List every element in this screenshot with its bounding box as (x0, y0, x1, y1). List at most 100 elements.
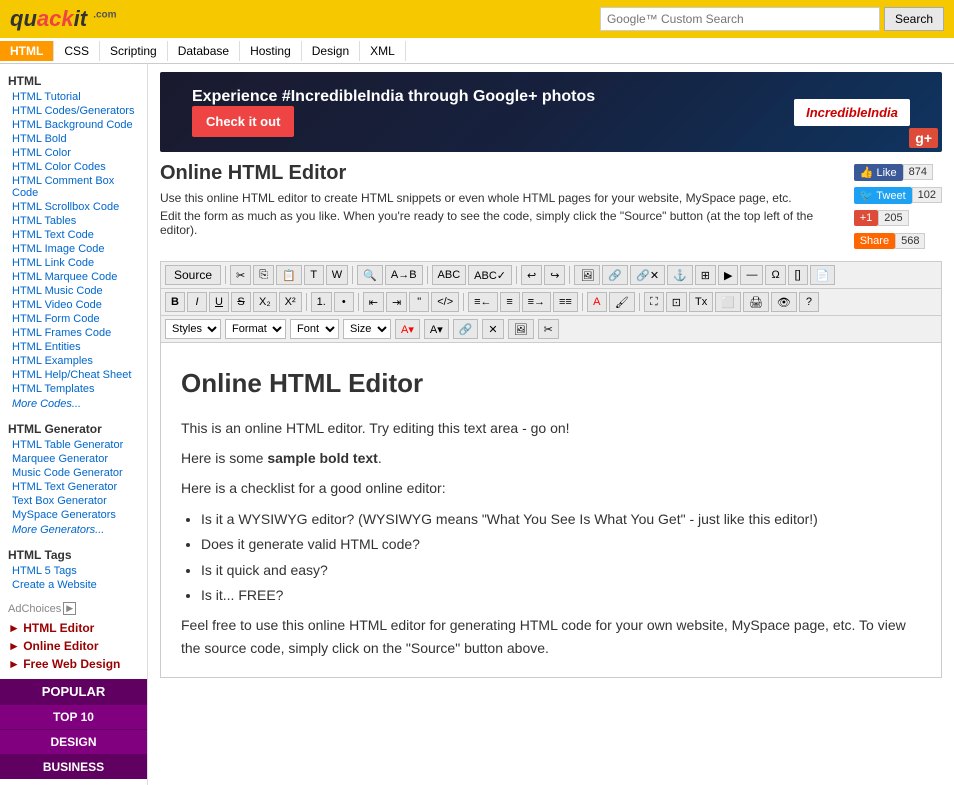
tb-selectall[interactable]: ⬜ (715, 292, 741, 312)
editor-font-select[interactable]: Font (290, 319, 339, 339)
search-button[interactable]: Search (884, 7, 944, 31)
tb-print[interactable]: 🖨 (743, 292, 769, 312)
fb-like-button[interactable]: 👍 Like (854, 164, 903, 181)
logo[interactable]: quackit .com (10, 6, 117, 32)
tb-align-left[interactable]: ≡← (468, 292, 497, 312)
sidebar-link-examples[interactable]: HTML Examples (0, 354, 147, 368)
ad-banner[interactable]: Experience #IncredibleIndia through Goog… (160, 72, 942, 152)
sidebar-gen-marquee[interactable]: Marquee Generator (0, 452, 147, 466)
gp-plus1[interactable]: +1 205 (854, 208, 942, 228)
tb-find[interactable]: 🔍 (357, 265, 383, 285)
fb-like[interactable]: 👍 Like 874 (854, 162, 942, 182)
sidebar-ad-free-design[interactable]: Free Web Design (0, 655, 147, 673)
tb-underline[interactable]: U (209, 292, 229, 312)
tb-undo[interactable]: ↩ (521, 265, 542, 285)
sidebar-link-marquee[interactable]: HTML Marquee Code (0, 270, 147, 284)
nav-css[interactable]: CSS (54, 41, 100, 61)
tb-italic[interactable]: I (187, 292, 207, 312)
sidebar-ad-online-editor[interactable]: Online Editor (0, 637, 147, 655)
tb-superscript[interactable]: X² (279, 292, 302, 312)
sidebar-top10[interactable]: TOP 10 (0, 704, 147, 729)
sidebar-more-codes[interactable]: More Codes... (0, 396, 147, 412)
tb-template[interactable]: 📄 (810, 265, 836, 285)
tb-clean[interactable]: ✂ (538, 319, 559, 339)
tb-indent[interactable]: ⇥ (386, 292, 407, 312)
sidebar-html5-tags[interactable]: HTML 5 Tags (0, 564, 147, 578)
sidebar-design[interactable]: DESIGN (0, 729, 147, 754)
tw-tweet-button[interactable]: 🐦 Tweet (854, 187, 912, 204)
tb-removeformat[interactable]: Tx (689, 292, 713, 312)
sidebar-link-entities[interactable]: HTML Entities (0, 340, 147, 354)
tb-replace[interactable]: A→B (385, 265, 423, 285)
tb-showblocks[interactable]: ⊡ (666, 292, 687, 312)
sidebar-link-codes-gen[interactable]: HTML Codes/Generators (0, 104, 147, 118)
tb-link[interactable]: 🔗 (602, 265, 628, 285)
tb-blockquote[interactable]: " (409, 292, 429, 312)
tb-help[interactable]: ? (799, 292, 819, 312)
tb-redo[interactable]: ↪ (544, 265, 565, 285)
search-input[interactable] (600, 7, 880, 31)
editor-content[interactable]: Online HTML Editor This is an online HTM… (161, 343, 941, 677)
sidebar-ad-html-editor[interactable]: HTML Editor (0, 619, 147, 637)
share-button[interactable]: Share (854, 233, 895, 249)
tb-table[interactable]: ⊞ (695, 265, 716, 285)
tb-bold[interactable]: B (165, 292, 185, 312)
sidebar-gen-music[interactable]: Music Code Generator (0, 466, 147, 480)
tb-flash[interactable]: ▶ (718, 265, 738, 285)
sidebar-link-color[interactable]: HTML Color (0, 146, 147, 160)
tb-align-right[interactable]: ≡→ (522, 292, 551, 312)
tb-spellcheck2[interactable]: ABC✓ (468, 265, 512, 285)
sidebar-link-frames[interactable]: HTML Frames Code (0, 326, 147, 340)
tb-preview[interactable]: 👁 (771, 292, 797, 312)
editor-size-select[interactable]: Size (343, 319, 391, 339)
nav-scripting[interactable]: Scripting (100, 41, 168, 61)
tb-link2[interactable]: 🔗 (453, 319, 479, 339)
sidebar-link-help[interactable]: HTML Help/Cheat Sheet (0, 368, 147, 382)
sidebar-link-color-codes[interactable]: HTML Color Codes (0, 160, 147, 174)
tb-max[interactable]: ⛶ (644, 292, 664, 312)
tb-subscript[interactable]: X₂ (253, 292, 277, 312)
tb-anchor[interactable]: ⚓ (667, 265, 693, 285)
sidebar-link-bg[interactable]: HTML Background Code (0, 118, 147, 132)
tb-outdent[interactable]: ⇤ (363, 292, 384, 312)
tb-ul[interactable]: • (334, 292, 354, 312)
sidebar-gen-table[interactable]: HTML Table Generator (0, 438, 147, 452)
sidebar-link-bold[interactable]: HTML Bold (0, 132, 147, 146)
tb-text-color2[interactable]: A▾ (395, 319, 420, 339)
sidebar-link-form[interactable]: HTML Form Code (0, 312, 147, 326)
sidebar-link-text[interactable]: HTML Text Code (0, 228, 147, 242)
sidebar-link-tables[interactable]: HTML Tables (0, 214, 147, 228)
editor-format-select[interactable]: Format (225, 319, 286, 339)
tb-paste-text[interactable]: T (304, 265, 324, 285)
sidebar-create-website[interactable]: Create a Website (0, 578, 147, 592)
tb-align-justify[interactable]: ≡≡ (553, 292, 578, 312)
tb-strikethrough[interactable]: S (231, 292, 251, 312)
gp-plus1-button[interactable]: +1 (854, 210, 879, 226)
sidebar-popular[interactable]: POPULAR (0, 679, 147, 704)
sidebar-link-music[interactable]: HTML Music Code (0, 284, 147, 298)
tb-align-center[interactable]: ≡ (500, 292, 520, 312)
sidebar-gen-text[interactable]: HTML Text Generator (0, 480, 147, 494)
tw-tweet[interactable]: 🐦 Tweet 102 (854, 185, 942, 205)
tb-iframe[interactable]: [] (788, 265, 808, 285)
tb-paste[interactable]: 📋 (276, 265, 302, 285)
tb-special[interactable]: Ω (765, 265, 785, 285)
tb-ol[interactable]: 1. (311, 292, 332, 312)
tb-copy[interactable]: ⎘ (253, 265, 274, 285)
tb-bg-color[interactable]: 🖌 (609, 292, 635, 312)
tb-unlink2[interactable]: ✕ (482, 319, 503, 339)
tb-hr[interactable]: — (740, 265, 763, 285)
tb-div[interactable]: </> (431, 292, 459, 312)
tb-cut[interactable]: ✂ (230, 265, 251, 285)
tb-img[interactable]: 🖼 (574, 265, 600, 285)
sidebar-link-comment[interactable]: HTML Comment Box Code (0, 174, 147, 200)
sidebar-gen-myspace[interactable]: MySpace Generators (0, 508, 147, 522)
tb-text-color[interactable]: A (587, 292, 607, 312)
nav-xml[interactable]: XML (360, 41, 406, 61)
sidebar-link-scrollbox[interactable]: HTML Scrollbox Code (0, 200, 147, 214)
tb-bg-color2[interactable]: A▾ (424, 319, 449, 339)
editor-styles-select[interactable]: Styles (165, 319, 221, 339)
tb-img2[interactable]: 🖼 (508, 319, 534, 339)
editor-source-button[interactable]: Source (165, 265, 221, 285)
sidebar-link-link[interactable]: HTML Link Code (0, 256, 147, 270)
